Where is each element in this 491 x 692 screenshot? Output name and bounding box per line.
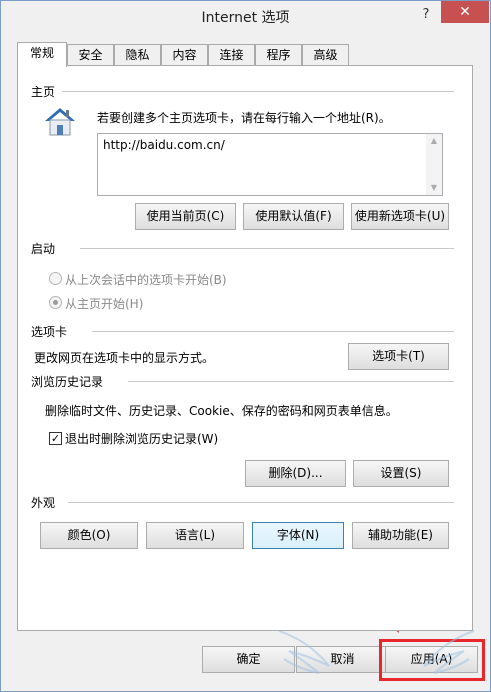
delete-on-exit-checkbox[interactable]: ✓ (49, 432, 62, 445)
history-description: 删除临时文件、历史记录、Cookie、保存的密码和网页表单信息。 (45, 404, 398, 418)
tabs-section-label: 选项卡 (31, 325, 68, 339)
history-settings-button[interactable]: 设置(S) (353, 460, 449, 487)
accessibility-button[interactable]: 辅助功能(E) (352, 522, 449, 549)
startup-radio-home[interactable] (49, 296, 62, 309)
tab-programs[interactable]: 程序 (255, 44, 302, 66)
colors-button[interactable]: 颜色(O) (40, 522, 138, 549)
tab-privacy[interactable]: 隐私 (114, 44, 161, 66)
languages-button[interactable]: 语言(L) (146, 522, 244, 549)
scroll-up-icon[interactable]: ▲ (426, 134, 442, 148)
tabs-button[interactable]: 选项卡(T) (348, 343, 449, 370)
general-tab-panel: 主页 若要创建多个主页选项卡，请在每行输入一个地址(R)。 http://bai… (17, 65, 473, 631)
close-button[interactable]: ✕ (441, 1, 489, 23)
tab-connections[interactable]: 连接 (208, 44, 255, 66)
use-new-tab-button[interactable]: 使用新选项卡(U) (351, 203, 449, 230)
tab-security[interactable]: 安全 (67, 44, 114, 66)
home-divider (62, 91, 454, 92)
fonts-button[interactable]: 字体(N) (252, 522, 344, 549)
ok-button[interactable]: 确定 (202, 646, 295, 673)
home-url-value: http://baidu.com.cn/ (103, 138, 225, 152)
use-default-button[interactable]: 使用默认值(F) (243, 203, 344, 230)
home-instruction: 若要创建多个主页选项卡，请在每行输入一个地址(R)。 (97, 111, 391, 125)
textarea-scrollbar[interactable]: ▲ ▼ (426, 134, 442, 195)
tab-advanced[interactable]: 高级 (302, 44, 349, 66)
tab-content[interactable]: 内容 (161, 44, 208, 66)
use-current-button[interactable]: 使用当前页(C) (135, 203, 236, 230)
delete-history-button[interactable]: 删除(D)... (245, 460, 346, 487)
home-url-textarea[interactable]: http://baidu.com.cn/ ▲ ▼ (97, 133, 443, 196)
startup-divider (80, 248, 454, 249)
startup-radio-last-session[interactable] (49, 272, 62, 285)
startup-section-label: 启动 (31, 242, 56, 256)
appearance-divider (68, 502, 454, 503)
tabs-divider (92, 331, 454, 332)
apply-highlight-box (379, 639, 485, 681)
internet-options-dialog: Internet 选项 ? ✕ 常规 安全 隐私 内容 连接 程序 高级 主页 … (0, 0, 491, 692)
tabs-description: 更改网页在选项卡中的显示方式。 (34, 351, 215, 365)
history-section-label: 浏览历史记录 (31, 375, 104, 389)
cancel-button[interactable]: 取消 (296, 646, 389, 673)
house-icon (43, 106, 77, 138)
appearance-section-label: 外观 (31, 496, 56, 510)
history-divider (128, 381, 454, 382)
title-bar: Internet 选项 ? ✕ (1, 1, 490, 33)
tab-general[interactable]: 常规 (17, 42, 67, 67)
scroll-down-icon[interactable]: ▼ (426, 181, 442, 195)
help-button[interactable]: ? (415, 6, 437, 24)
home-section-label: 主页 (31, 85, 56, 99)
startup-option-last-session: 从上次会话中的选项卡开始(B) (65, 273, 227, 287)
delete-on-exit-label: 退出时删除浏览历史记录(W) (65, 432, 219, 446)
startup-option-home: 从主页开始(H) (65, 297, 144, 311)
